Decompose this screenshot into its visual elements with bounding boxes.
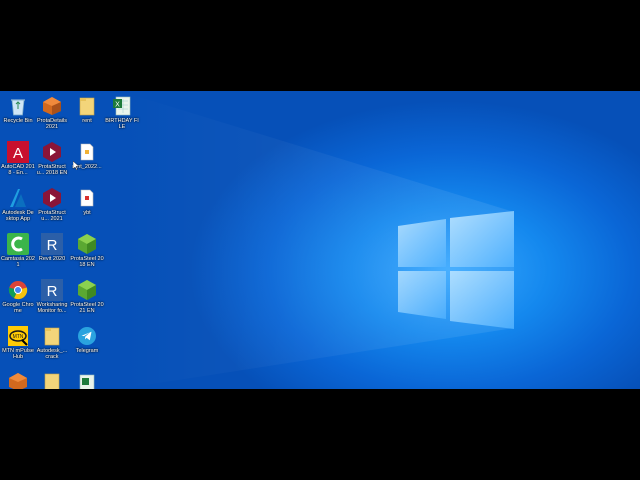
- desktop-icon-partial-1[interactable]: [1, 371, 35, 389]
- prota-structure-icon: [41, 141, 63, 163]
- desktop-icon-revit-2020[interactable]: R Revit 2020: [35, 233, 69, 262]
- desktop-icon-protadetails-2021[interactable]: ProtaDetails 2021: [35, 95, 69, 130]
- prota-details-icon: [7, 371, 29, 389]
- desktop-icon-worksharing-monitor[interactable]: R Worksharing Monitor fo...: [35, 279, 69, 314]
- svg-text:X: X: [115, 102, 120, 109]
- icon-label: MTN mPulse Hub: [2, 348, 34, 360]
- excel-file-icon: X: [111, 95, 133, 117]
- icon-label: Google Chrome: [2, 302, 34, 314]
- desktop-icon-protastructure-2021[interactable]: ProtaStructu... 2021: [35, 187, 69, 222]
- desktop-icon-autodesk-desktop-app[interactable]: Autodesk Desktop App: [1, 187, 35, 222]
- desktop-icon-partial-3[interactable]: [70, 371, 104, 389]
- autodesk-app-icon: [7, 187, 29, 209]
- icon-label: Autodesk_... crack: [36, 348, 68, 360]
- icon-label: Camtasia 2021: [1, 256, 35, 268]
- icon-label: ProtaStructu... 2021: [38, 210, 66, 222]
- letterbox-top: [0, 0, 640, 91]
- icon-label: Revit 2020: [38, 256, 66, 262]
- icon-label: rent: [82, 118, 92, 124]
- desktop-icon-camtasia[interactable]: Camtasia 2021: [1, 233, 35, 268]
- icon-label: Recycle Bin: [3, 118, 33, 124]
- icon-label: Worksharing Monitor fo...: [36, 302, 68, 314]
- desktop-icon-protasteel-2021[interactable]: ProtaSteel 2021 EN: [70, 279, 104, 314]
- revit-icon: R: [41, 279, 63, 301]
- desktop-icon-birthday-file[interactable]: X BIRTHDAY FILE: [105, 95, 139, 130]
- icon-label: ProtaDetails 2021: [37, 118, 67, 130]
- desktop-icon-autocad[interactable]: A AutoCAD 2018 - En...: [1, 141, 35, 176]
- svg-text:MTN: MTN: [13, 334, 24, 340]
- svg-text:A: A: [13, 145, 23, 162]
- icon-label: ProtaSteel 2018 EN: [70, 256, 104, 268]
- desktop-icon-partial-2[interactable]: [35, 371, 69, 389]
- icon-label: ybt: [83, 210, 91, 216]
- icon-label: Autodesk Desktop App: [2, 210, 34, 222]
- prota-structure-icon: [41, 187, 63, 209]
- desktop-icon-autodesk-crack-folder[interactable]: Autodesk_... crack: [35, 325, 69, 360]
- desktop-icon-protastructure-2018[interactable]: ProtaStructu... 2018 EN: [35, 141, 69, 176]
- desktop-icon-mtn-mpulse-hub[interactable]: MTN MTN mPulse Hub: [1, 325, 35, 360]
- telegram-icon: [76, 325, 98, 347]
- revit-icon: R: [41, 233, 63, 255]
- autocad-icon: A: [7, 141, 29, 163]
- svg-text:R: R: [47, 283, 58, 300]
- desktop-icon-rent-folder[interactable]: rent: [70, 95, 104, 124]
- chrome-icon: [7, 279, 29, 301]
- recycle-bin-icon: [7, 95, 29, 117]
- desktop-icon-google-chrome[interactable]: Google Chrome: [1, 279, 35, 314]
- folder-icon: [41, 325, 63, 347]
- pdf-file-icon: [76, 187, 98, 209]
- icon-label: AutoCAD 2018 - En...: [1, 164, 35, 176]
- folder-icon: [76, 95, 98, 117]
- mtn-icon: MTN: [7, 325, 29, 347]
- letterbox-bottom: [0, 389, 640, 480]
- folder-icon: [41, 371, 63, 389]
- prota-steel-icon: [76, 233, 98, 255]
- mouse-cursor-icon: [73, 161, 79, 170]
- icon-label: ProtaStructu... 2018 EN: [36, 164, 68, 176]
- prota-steel-icon: [76, 279, 98, 301]
- desktop-icon-protasteel-2018[interactable]: ProtaSteel 2018 EN: [70, 233, 104, 268]
- camtasia-icon: [7, 233, 29, 255]
- prota-details-icon: [41, 95, 63, 117]
- desktop-icon-recycle-bin[interactable]: Recycle Bin: [1, 95, 35, 124]
- desktop-icon-telegram[interactable]: Telegram: [70, 325, 104, 354]
- icon-label: Telegram: [75, 348, 99, 354]
- svg-text:R: R: [47, 237, 58, 254]
- icon-label: BIRTHDAY FILE: [105, 118, 139, 130]
- icon-label: ProtaSteel 2021 EN: [70, 302, 104, 314]
- excel-file-icon: [76, 371, 98, 389]
- desktop-icon-ybt[interactable]: ybt: [70, 187, 104, 216]
- desktop[interactable]: Recycle Bin A AutoCAD 2018 - En... Autod…: [0, 91, 640, 389]
- document-icon: [76, 141, 98, 163]
